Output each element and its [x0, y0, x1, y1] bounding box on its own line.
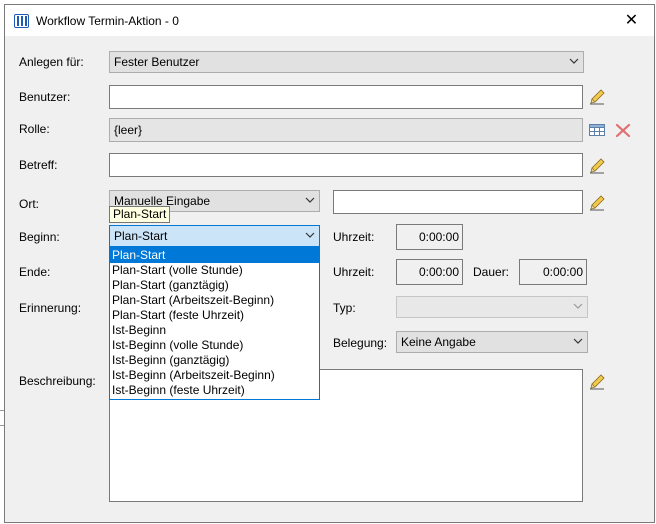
beginn-select[interactable]: Plan-Start — [109, 225, 320, 247]
rolle-field: {leer} — [109, 118, 583, 142]
beschreibung-label: Beschreibung: — [19, 374, 96, 388]
anlegen-fuer-value: Fester Benutzer — [114, 55, 200, 69]
close-icon: ✕ — [624, 12, 639, 29]
dropdown-option[interactable]: Plan-Start (Arbeitszeit-Beginn) — [110, 293, 319, 308]
chevron-down-icon — [569, 58, 579, 64]
ende-uhrzeit-field[interactable]: 0:00:00 — [396, 259, 463, 285]
typ-select — [396, 296, 588, 318]
red-x-icon[interactable] — [614, 121, 632, 139]
typ-label: Typ: — [333, 301, 356, 315]
window-title: Workflow Termin-Aktion - 0 — [36, 14, 179, 28]
ort-text-field[interactable] — [333, 190, 583, 214]
beginn-dropdown-list[interactable]: Plan-Start Plan-Start (volle Stunde) Pla… — [109, 247, 320, 400]
pencil-icon[interactable] — [588, 157, 606, 175]
pencil-icon[interactable] — [588, 373, 606, 391]
pencil-icon[interactable] — [588, 88, 606, 106]
beginn-value: Plan-Start — [114, 229, 168, 243]
beginn-uhrzeit-field[interactable]: 0:00:00 — [396, 224, 463, 250]
belegung-value: Keine Angabe — [401, 335, 476, 349]
ort-label: Ort: — [19, 197, 39, 211]
ende-label: Ende: — [19, 265, 51, 279]
dropdown-option[interactable]: Plan-Start — [110, 248, 319, 263]
dropdown-option[interactable]: Ist-Beginn (feste Uhrzeit) — [110, 383, 319, 398]
chevron-down-icon — [305, 197, 315, 203]
dropdown-option[interactable]: Ist-Beginn (Arbeitszeit-Beginn) — [110, 368, 319, 383]
beginn-label: Beginn: — [19, 230, 60, 244]
tooltip: Plan-Start — [109, 206, 171, 223]
dauer-label: Dauer: — [473, 265, 510, 279]
dropdown-option[interactable]: Ist-Beginn (ganztägig) — [110, 353, 319, 368]
belegung-label: Belegung: — [333, 336, 388, 350]
title-bar: Workflow Termin-Aktion - 0 ✕ — [5, 5, 654, 36]
pencil-icon[interactable] — [588, 194, 606, 212]
chevron-down-icon — [573, 303, 583, 309]
erinnerung-label: Erinnerung: — [19, 301, 82, 315]
benutzer-label: Benutzer: — [19, 90, 71, 104]
ende-uhrzeit-label: Uhrzeit: — [333, 265, 375, 279]
betreff-label: Betreff: — [19, 158, 58, 172]
beginn-uhrzeit-label: Uhrzeit: — [333, 230, 375, 244]
dauer-field[interactable]: 0:00:00 — [519, 259, 587, 285]
belegung-select[interactable]: Keine Angabe — [396, 331, 588, 353]
anlegen-fuer-label: Anlegen für: — [19, 55, 84, 69]
rolle-value: {leer} — [114, 123, 143, 137]
dropdown-option[interactable]: Plan-Start (volle Stunde) — [110, 263, 319, 278]
benutzer-field[interactable] — [109, 85, 583, 109]
dropdown-option[interactable]: Ist-Beginn — [110, 323, 319, 338]
rolle-label: Rolle: — [19, 122, 50, 136]
anlegen-fuer-select[interactable]: Fester Benutzer — [109, 51, 584, 73]
chevron-down-icon — [305, 232, 315, 238]
betreff-field[interactable] — [109, 153, 583, 177]
dropdown-option[interactable]: Plan-Start (ganztägig) — [110, 278, 319, 293]
chevron-down-icon — [573, 338, 583, 344]
table-icon[interactable] — [588, 121, 606, 139]
dropdown-option[interactable]: Plan-Start (feste Uhrzeit) — [110, 308, 319, 323]
workflow-app-icon — [14, 14, 29, 28]
close-button[interactable]: ✕ — [609, 5, 654, 36]
dropdown-option[interactable]: Ist-Beginn (volle Stunde) — [110, 338, 319, 353]
